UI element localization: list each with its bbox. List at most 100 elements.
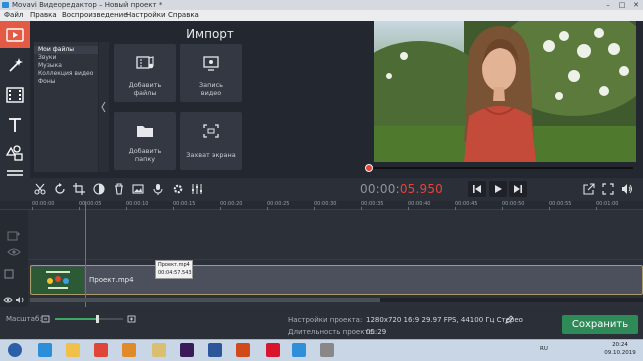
minimize-icon[interactable]: –: [601, 0, 615, 10]
add-files-tile[interactable]: Добавить файлы: [114, 44, 176, 102]
sidebar-item-my-files[interactable]: Мои файлы: [38, 46, 74, 54]
timeline-ruler[interactable]: 00:00:00 00:00:05 00:00:10 00:00:15 00:00:20…: [0, 201, 643, 210]
sidebar-item-video-collection[interactable]: Коллекция видео: [38, 70, 93, 78]
record-video-tile[interactable]: Запись видео: [180, 44, 242, 102]
explorer-app[interactable]: [62, 340, 84, 360]
next-button[interactable]: [509, 181, 527, 197]
zoom-in-icon[interactable]: [127, 314, 137, 324]
timeline-scrollbar[interactable]: [30, 298, 643, 302]
rotate-icon: [55, 183, 65, 194]
sidebar-item-backgrounds[interactable]: Фоны: [38, 78, 56, 86]
app-window: Movavi Видеоредактор – Новый проект * – …: [0, 0, 643, 361]
play-button[interactable]: [489, 181, 507, 197]
close-icon[interactable]: ✕: [629, 0, 643, 10]
screen-app-icon: [320, 343, 334, 357]
export-frame-button[interactable]: [582, 182, 596, 196]
menu-settings[interactable]: Настройки: [126, 10, 166, 21]
chrome-app[interactable]: [90, 340, 112, 360]
rotate-button[interactable]: [53, 182, 67, 196]
sidebar-item-sounds[interactable]: Звуки: [38, 54, 56, 62]
stickers-tool[interactable]: [0, 139, 30, 166]
title-bar: Movavi Видеоредактор – Новый проект * – …: [0, 0, 643, 10]
add-track-icon[interactable]: [7, 230, 21, 242]
preview-scrubber[interactable]: [365, 162, 636, 174]
transitions-tool[interactable]: [0, 81, 30, 108]
delete-button[interactable]: [112, 182, 126, 196]
crop-button[interactable]: [72, 182, 86, 196]
shapes-icon: [6, 144, 23, 161]
menu-edit[interactable]: Правка: [30, 10, 57, 21]
scrubber-handle[interactable]: [365, 164, 373, 172]
premiere-app[interactable]: [176, 340, 198, 360]
project-duration-label: Длительность проекта:: [288, 328, 376, 336]
import-sidebar: Мои файлы Звуки Музыка Коллекция видео Ф…: [34, 42, 98, 172]
track-eye-icon[interactable]: [3, 296, 13, 304]
speaker-icon: [622, 184, 632, 194]
eye-icon[interactable]: [7, 247, 21, 257]
screen-capture-icon: [203, 124, 219, 138]
menu-file[interactable]: Файл: [4, 10, 23, 21]
add-folder-tile[interactable]: Добавить папку: [114, 112, 176, 170]
volume-button[interactable]: [620, 182, 634, 196]
record-video-label-2: видео: [200, 89, 222, 97]
pencil-icon[interactable]: [505, 315, 514, 324]
film-transition-icon: [6, 86, 24, 103]
opera-app[interactable]: [262, 340, 284, 360]
image-button[interactable]: [131, 182, 145, 196]
menu-bar: Файл Правка Воспроизведение Настройки Сп…: [0, 10, 643, 21]
fullscreen-button[interactable]: [601, 182, 615, 196]
word-app[interactable]: [204, 340, 226, 360]
filters-tool[interactable]: [0, 51, 30, 78]
skip-forward-icon: [514, 185, 522, 193]
clip-settings-button[interactable]: [171, 182, 185, 196]
import-tool[interactable]: [0, 21, 30, 48]
video-preview[interactable]: [374, 21, 636, 162]
fullscreen-icon: [602, 183, 614, 195]
playhead[interactable]: [85, 201, 86, 307]
ruler-tick-label: 00:00:00: [32, 201, 55, 207]
overlay-track[interactable]: [0, 210, 643, 260]
cut-button[interactable]: [33, 182, 47, 196]
add-files-label-1: Добавить: [128, 81, 162, 89]
ruler-tick-label: 00:00:40: [408, 201, 431, 207]
premiere-app-icon: [180, 343, 194, 357]
zoom-out-icon[interactable]: [41, 314, 51, 324]
screen-app[interactable]: [316, 340, 338, 360]
ruler-tick-label: 00:00:15: [173, 201, 196, 207]
start-button[interactable]: [4, 340, 26, 360]
save-button[interactable]: Сохранить: [562, 315, 638, 334]
track-volume-icon[interactable]: [15, 296, 25, 304]
zoom-slider-handle[interactable]: [96, 315, 99, 323]
ruler-tick-label: 00:00:25: [267, 201, 290, 207]
files-app-icon: [152, 343, 166, 357]
titles-tool[interactable]: [0, 111, 30, 138]
ie-app-icon: [38, 343, 52, 357]
tray-clock[interactable]: 20:24 09.10.2019: [600, 341, 640, 357]
menu-playback[interactable]: Воспроизведение: [62, 10, 128, 21]
ie-app[interactable]: [34, 340, 56, 360]
movavi-app[interactable]: [288, 340, 310, 360]
project-duration-value: 05:29: [366, 328, 387, 336]
start-button-icon: [8, 343, 22, 357]
play-icon: [495, 185, 502, 193]
app-orange[interactable]: [232, 340, 254, 360]
equalizer-button[interactable]: [190, 182, 204, 196]
prev-button[interactable]: [468, 181, 486, 197]
scrollbar-thumb[interactable]: [30, 298, 380, 302]
tooltip-time: 00:04:57.543: [158, 270, 192, 276]
menu-help[interactable]: Справка: [168, 10, 199, 21]
screen-capture-tile[interactable]: Захват экрана: [180, 112, 242, 170]
ruler-tick-label: 00:01:00: [596, 201, 619, 207]
sidebar-item-music[interactable]: Музыка: [38, 62, 62, 70]
files-app[interactable]: [148, 340, 170, 360]
add-folder-label-1: Добавить: [128, 147, 162, 155]
language-indicator[interactable]: RU: [540, 345, 548, 353]
media-app[interactable]: [118, 340, 140, 360]
ruler-tick-label: 00:00:45: [455, 201, 478, 207]
opera-app-icon: [266, 343, 280, 357]
record-audio-button[interactable]: [151, 182, 165, 196]
collapse-sidebar-button[interactable]: [99, 42, 109, 172]
gear-icon: [173, 184, 183, 194]
color-adjust-button[interactable]: [92, 182, 106, 196]
maximize-icon[interactable]: □: [615, 0, 629, 10]
